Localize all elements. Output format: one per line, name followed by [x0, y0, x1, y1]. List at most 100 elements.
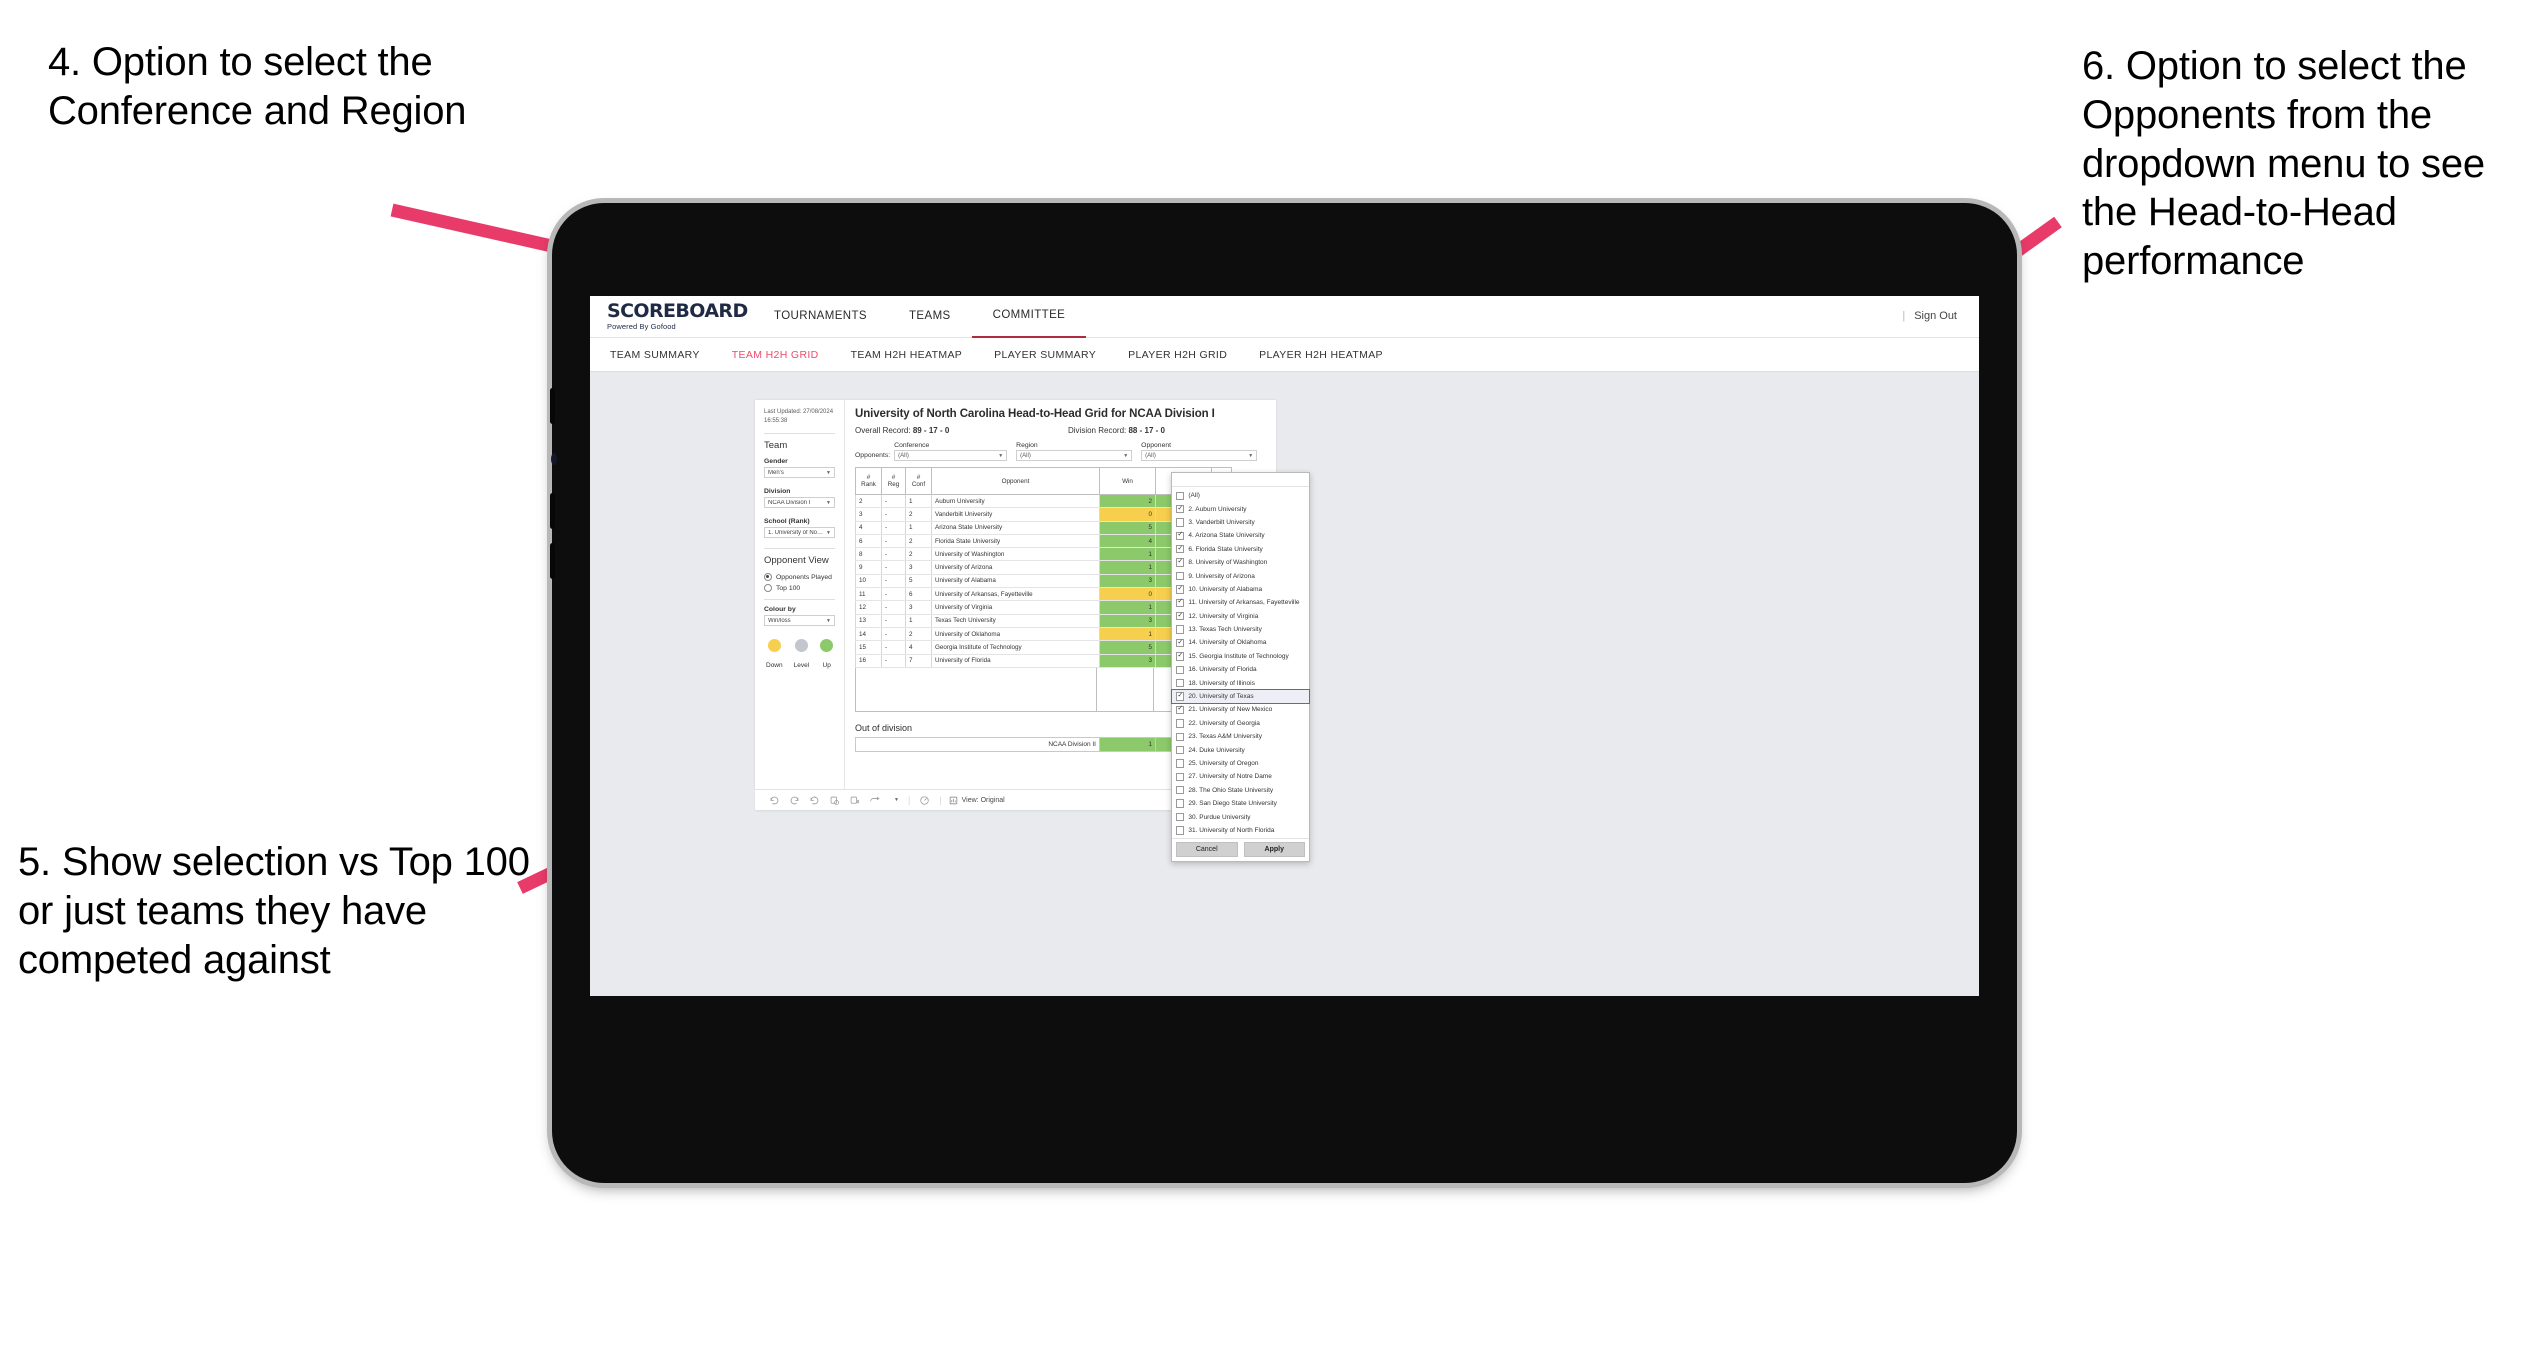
share-icon[interactable]	[869, 795, 882, 806]
checkbox-icon[interactable]	[1176, 826, 1185, 835]
apply-button[interactable]: Apply	[1243, 842, 1305, 858]
gender-select[interactable]: Men's ▼	[764, 467, 835, 478]
opponent-dropdown-popup[interactable]: (All) 2. Auburn University 3. Vanderbilt U…	[1171, 472, 1310, 863]
radio-top-100[interactable]: Top 100	[764, 584, 835, 592]
checkbox-icon[interactable]	[1176, 719, 1185, 728]
checkbox-icon[interactable]	[1176, 799, 1185, 808]
refresh-icon[interactable]	[829, 795, 840, 806]
opponent-dropdown-item[interactable]: 29. San Diego State University	[1172, 797, 1309, 810]
checkbox-icon[interactable]	[1176, 637, 1185, 648]
col-rank[interactable]: # Rank	[855, 467, 882, 495]
brand-logo[interactable]: SCOREBOARD Powered By Gofood	[607, 302, 748, 332]
nav-tournaments[interactable]: TOURNAMENTS	[753, 296, 888, 337]
conference-select[interactable]: (All) ▼	[894, 450, 1008, 461]
division-select[interactable]: NCAA Division I ▼	[764, 497, 835, 508]
checkbox-icon[interactable]	[1176, 678, 1185, 688]
subnav-team-h2h-heatmap[interactable]: TEAM H2H HEATMAP	[835, 349, 979, 361]
checkbox-icon[interactable]	[1176, 772, 1185, 782]
checkbox-icon[interactable]	[1176, 518, 1185, 527]
checkbox-icon[interactable]	[1176, 597, 1185, 608]
checkbox-icon[interactable]	[1176, 625, 1185, 634]
checkbox-icon[interactable]	[1176, 571, 1185, 581]
subnav-player-h2h-heatmap[interactable]: PLAYER H2H HEATMAP	[1243, 349, 1399, 361]
nav-committee[interactable]: COMMITTEE	[971, 296, 1087, 338]
opponent-dropdown-item[interactable]: 12. University of Virginia	[1172, 610, 1309, 623]
checkbox-icon[interactable]	[1176, 491, 1185, 500]
opponent-dropdown-item[interactable]: 24. Duke University	[1172, 743, 1309, 756]
opponent-dropdown-item[interactable]: 6. Florida State University	[1172, 543, 1309, 556]
opponent-dropdown-item[interactable]: 27. University of Notre Dame	[1172, 770, 1309, 783]
view-original-control[interactable]: View: Original	[949, 796, 1005, 805]
checkbox-icon[interactable]	[1176, 544, 1185, 554]
checkbox-icon[interactable]	[1176, 611, 1185, 621]
checkbox-icon[interactable]	[1176, 651, 1185, 661]
opponent-dropdown-item[interactable]: 31. University of North Florida	[1172, 824, 1309, 837]
col-opponent[interactable]: Opponent	[931, 467, 1100, 495]
chevron-down-icon: ▼	[826, 469, 831, 476]
subnav-team-h2h-grid[interactable]: TEAM H2H GRID	[716, 349, 835, 361]
sign-out-area[interactable]: | Sign Out	[1902, 296, 1957, 337]
checkbox-icon[interactable]	[1176, 786, 1185, 795]
opponent-dropdown-item[interactable]: 28. The Ohio State University	[1172, 784, 1309, 797]
pause-refresh-icon[interactable]	[849, 795, 860, 806]
pause-auto-update-icon[interactable]	[919, 795, 930, 806]
col-reg[interactable]: # Reg	[881, 467, 906, 495]
opponent-dropdown-item[interactable]: 11. University of Arkansas, Fayetteville	[1172, 596, 1309, 609]
opponent-dropdown-item[interactable]: 3. Vanderbilt University	[1172, 516, 1309, 529]
checkbox-icon[interactable]	[1176, 530, 1185, 541]
opponent-dropdown-item[interactable]: 4. Arizona State University	[1172, 529, 1309, 542]
cell-opponent: Auburn University	[931, 494, 1100, 509]
sign-out-link[interactable]: Sign Out	[1914, 310, 1957, 322]
col-win[interactable]: Win	[1099, 467, 1156, 495]
status-bar-icons: ▼ | |	[769, 795, 942, 806]
checkbox-icon[interactable]	[1176, 732, 1185, 741]
opponent-dropdown-search[interactable]	[1172, 473, 1309, 487]
opponent-dropdown-item[interactable]: 21. University of New Mexico	[1172, 703, 1309, 716]
checkbox-icon[interactable]	[1176, 691, 1185, 701]
legend-label-level: Level	[793, 662, 810, 669]
opponent-dropdown-item[interactable]: 2. Auburn University	[1172, 502, 1309, 515]
opponent-dropdown-item[interactable]: 15. Georgia Institute of Technology	[1172, 650, 1309, 663]
undo-icon[interactable]	[769, 795, 780, 806]
checkbox-icon[interactable]	[1176, 584, 1185, 594]
colour-by-select[interactable]: Win/loss ▼	[764, 615, 835, 626]
opponent-dropdown-item-label: 22. University of Georgia	[1188, 719, 1260, 727]
tablet-button-power	[550, 388, 555, 424]
opponent-dropdown-item[interactable]: 13. Texas Tech University	[1172, 623, 1309, 636]
col-rank-symbol: #	[866, 474, 871, 481]
opponent-dropdown-item[interactable]: 16. University of Florida	[1172, 663, 1309, 676]
opponent-dropdown-item[interactable]: 8. University of Washington	[1172, 556, 1309, 569]
school-select[interactable]: 1. University of Nort... ▼	[764, 527, 835, 538]
col-conf[interactable]: # Conf	[905, 467, 932, 495]
checkbox-icon[interactable]	[1176, 557, 1185, 567]
checkbox-icon[interactable]	[1176, 745, 1185, 755]
subnav-player-summary[interactable]: PLAYER SUMMARY	[978, 349, 1112, 361]
opponent-dropdown-item[interactable]: 18. University of Illinois	[1172, 676, 1309, 689]
redo-icon[interactable]	[789, 795, 800, 806]
opponent-dropdown-item[interactable]: 30. Purdue University	[1172, 810, 1309, 823]
opponent-dropdown-item[interactable]: 20. University of Texas	[1171, 688, 1310, 705]
opponent-select[interactable]: (All) ▼	[1141, 450, 1258, 461]
nav-teams[interactable]: TEAMS	[888, 296, 972, 337]
radio-icon-selected	[764, 573, 772, 581]
chevron-down-icon[interactable]: ▼	[894, 797, 899, 803]
checkbox-icon[interactable]	[1176, 812, 1185, 822]
opponent-dropdown-item[interactable]: 9. University of Arizona	[1172, 569, 1309, 582]
subnav-team-summary[interactable]: TEAM SUMMARY	[590, 349, 716, 361]
opponent-dropdown-item[interactable]: 25. University of Oregon	[1172, 757, 1309, 770]
checkbox-icon[interactable]	[1176, 504, 1185, 514]
cell-win: 1	[1099, 600, 1156, 615]
subnav-player-h2h-grid[interactable]: PLAYER H2H GRID	[1112, 349, 1243, 361]
opponent-dropdown-item[interactable]: 10. University of Alabama	[1172, 583, 1309, 596]
opponent-dropdown-item[interactable]: 22. University of Georgia	[1172, 717, 1309, 730]
checkbox-icon[interactable]	[1176, 665, 1185, 674]
opponent-dropdown-item[interactable]: 14. University of Oklahoma	[1172, 636, 1309, 649]
radio-opponents-played[interactable]: Opponents Played	[764, 573, 835, 581]
revert-icon[interactable]	[809, 795, 820, 806]
checkbox-icon[interactable]	[1176, 704, 1185, 715]
opponent-dropdown-item[interactable]: (All)	[1172, 489, 1309, 502]
opponent-dropdown-item[interactable]: 23. Texas A&M University	[1172, 730, 1309, 743]
cancel-button[interactable]: Cancel	[1176, 842, 1238, 858]
region-select[interactable]: (All) ▼	[1016, 450, 1133, 461]
checkbox-icon[interactable]	[1176, 759, 1185, 768]
